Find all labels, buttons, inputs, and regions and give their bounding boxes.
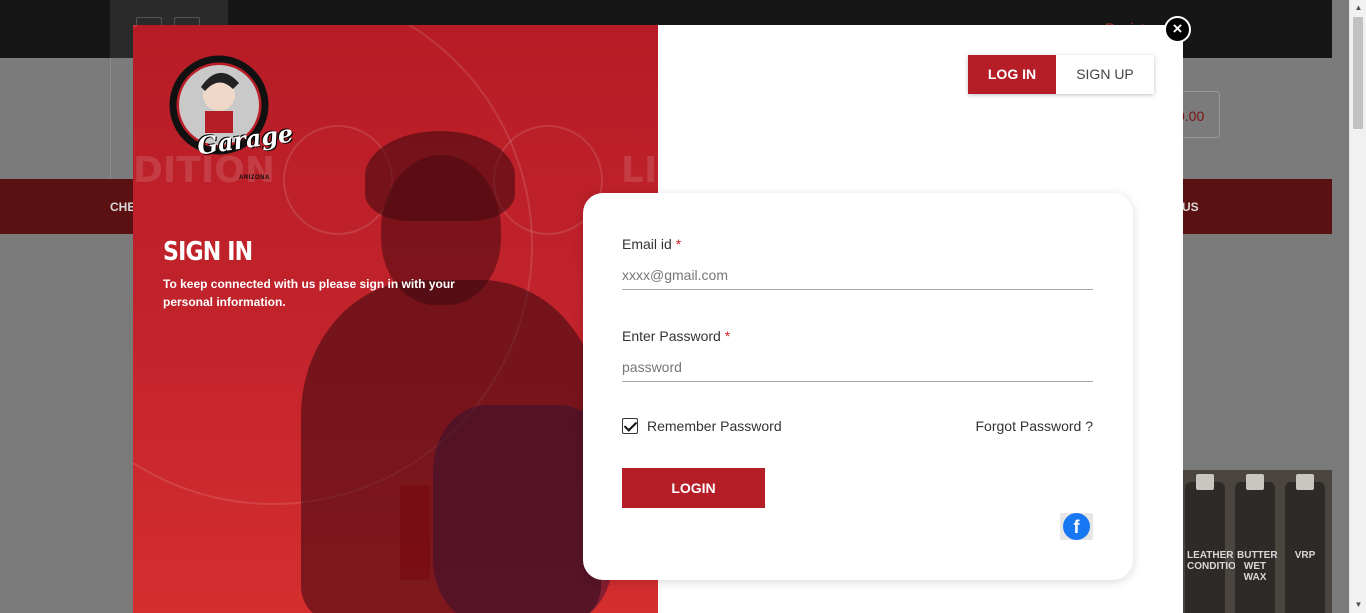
remember-password-label[interactable]: Remember Password	[647, 418, 782, 434]
product-bottle: BUTTER WET WAX	[1235, 474, 1278, 613]
product-label: LEATHER CONDITIONER	[1187, 550, 1257, 572]
email-label-text: Email id	[622, 236, 672, 252]
required-marker: *	[724, 328, 731, 344]
brand-logo: Garage ARIZONA	[161, 53, 295, 181]
scroll-thumb[interactable]	[1353, 17, 1363, 129]
close-icon[interactable]: ×	[1164, 16, 1191, 43]
signin-subtitle: To keep connected with us please sign in…	[163, 277, 455, 309]
product-bottle: VRP	[1285, 474, 1325, 613]
email-field[interactable]	[622, 260, 1093, 290]
product-label: BUTTER WET WAX	[1237, 550, 1278, 583]
product-bottle: LEATHER CONDITIONER	[1185, 474, 1257, 613]
facebook-icon[interactable]: f	[1063, 513, 1090, 540]
nav-item-first[interactable]: CHE	[110, 200, 135, 214]
tab-signup[interactable]: SIGN UP	[1056, 55, 1154, 94]
signin-hero-panel: DITION LIF Garage ARIZONA SIGN IN To kee…	[133, 25, 658, 613]
password-label-text: Enter Password	[622, 328, 721, 344]
password-label: Enter Password *	[622, 328, 730, 344]
login-form-card: Email id * Enter Password * Remember Pas…	[583, 193, 1133, 580]
logo-subtext: ARIZONA	[239, 175, 270, 181]
product-label: VRP	[1294, 550, 1316, 561]
scroll-up-arrow-icon[interactable]: ▲	[1350, 0, 1366, 16]
auth-mode-toggle: LOG IN SIGN UP	[968, 55, 1154, 94]
required-marker: *	[675, 236, 682, 252]
scroll-down-arrow-icon[interactable]: ▼	[1350, 597, 1366, 613]
remember-password-row[interactable]: Remember Password	[622, 418, 782, 434]
login-modal: DITION LIF Garage ARIZONA SIGN IN To kee…	[133, 25, 1183, 613]
signin-title: SIGN IN	[163, 237, 253, 267]
tab-login[interactable]: LOG IN	[968, 55, 1056, 94]
remember-password-checkbox[interactable]	[622, 418, 638, 434]
forgot-password-link[interactable]: Forgot Password ?	[976, 418, 1094, 434]
hero-product-can	[400, 485, 430, 580]
password-field[interactable]	[622, 352, 1093, 382]
nav-item-last[interactable]: US	[1182, 200, 1199, 214]
facebook-login-button[interactable]: f	[1060, 513, 1093, 540]
page-scrollbar[interactable]: ▲ ▼	[1349, 0, 1366, 613]
hero-decor-text: LIF	[621, 150, 658, 191]
product-banner: LEATHER CONDITIONER BUTTER WET WAX VRP	[1183, 470, 1332, 613]
login-submit-button[interactable]: LOGIN	[622, 468, 765, 508]
email-label: Email id *	[622, 236, 681, 252]
